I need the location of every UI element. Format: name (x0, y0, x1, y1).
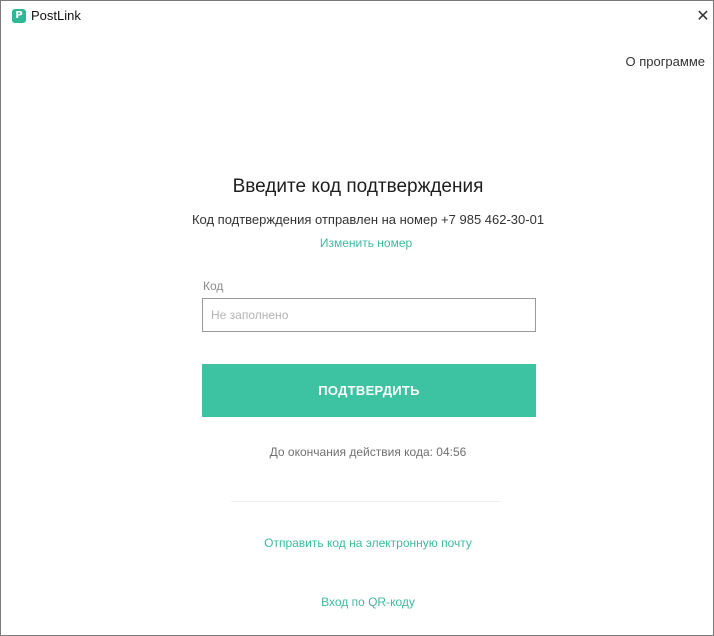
code-expiry-timer: До окончания действия кода: 04:56 (269, 445, 467, 459)
close-button[interactable]: ✕ (693, 3, 713, 27)
page-title: Введите код подтверждения (232, 176, 484, 197)
qr-login-link[interactable]: Вход по QR-коду (1, 595, 714, 609)
code-input[interactable] (202, 298, 536, 332)
divider (231, 501, 501, 502)
code-field-label: Код (203, 279, 224, 293)
app-title: PostLink (31, 8, 81, 23)
send-code-to-email-link[interactable]: Отправить код на электронную почту (1, 536, 714, 550)
title-bar: P PostLink ✕ (1, 1, 713, 31)
confirm-button[interactable]: ПОДТВЕРДИТЬ (202, 364, 536, 417)
change-number-link[interactable]: Изменить номер (1, 236, 714, 250)
about-link[interactable]: О программе (625, 54, 705, 69)
postlink-logo-icon: P (12, 9, 26, 23)
app-window: P PostLink ✕ О программе Введите код под… (0, 0, 714, 636)
code-sent-message: Код подтверждения отправлен на номер +7 … (191, 212, 545, 227)
